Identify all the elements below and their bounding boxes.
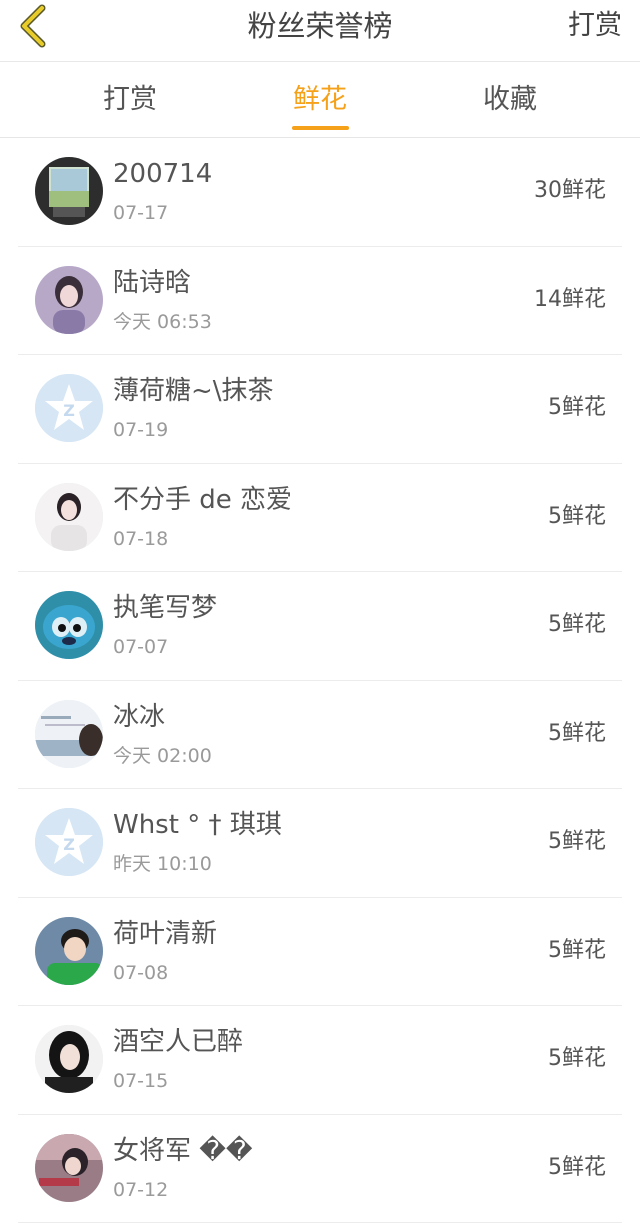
fan-time: 今天 06:53: [113, 310, 212, 333]
fan-time: 07-17: [113, 202, 169, 224]
svg-text:Z: Z: [63, 835, 75, 854]
avatar: [35, 265, 103, 334]
fan-time: 07-12: [113, 1178, 169, 1201]
fan-time: 07-08: [113, 961, 169, 984]
flower-count: 5鲜花: [548, 1154, 606, 1180]
flower-count: 5鲜花: [548, 1046, 606, 1071]
tab-reward[interactable]: 打赏: [60, 62, 200, 138]
svg-text:Z: Z: [63, 401, 75, 420]
list-item[interactable]: 荷叶清新 07-08 5鲜花: [18, 898, 622, 1006]
fan-name: Whst ° † 琪琪: [113, 810, 282, 840]
list-item[interactable]: 酒空人已醉 07-15 5鲜花: [18, 1006, 622, 1115]
fan-name: 执笔写梦: [113, 593, 218, 623]
flower-count: 5鲜花: [548, 395, 606, 420]
fan-name: 酒空人已醉: [113, 1027, 244, 1057]
fan-time: 07-07: [113, 636, 169, 658]
fan-name: 薄荷糖~\抹茶: [113, 376, 274, 406]
avatar: Z: [35, 374, 103, 442]
fan-name: 陆诗晗: [113, 267, 192, 298]
fan-time: 昨天 10:10: [113, 853, 212, 875]
flower-count: 5鲜花: [548, 720, 606, 746]
fan-list: 200714 07-17 30鲜花 陆诗晗 今天 06:53 14鲜花 Z 薄荷…: [0, 138, 640, 1223]
avatar: Z: [35, 808, 103, 876]
list-item[interactable]: 陆诗晗 今天 06:53 14鲜花: [18, 247, 622, 355]
list-item[interactable]: 冰冰 今天 02:00 5鲜花: [18, 681, 622, 789]
tab-favorites[interactable]: 收藏: [440, 62, 580, 138]
list-item[interactable]: 不分手 de 恋爱 07-18 5鲜花: [18, 464, 622, 572]
reward-button[interactable]: 打赏: [568, 6, 622, 46]
fan-time: 07-18: [113, 527, 169, 550]
fan-time: 07-15: [113, 1070, 169, 1092]
avatar: [35, 699, 103, 768]
list-item[interactable]: 女将军 �� 07-12 5鲜花: [18, 1115, 622, 1223]
fan-name: 女将军 ��: [113, 1135, 253, 1166]
flower-count: 5鲜花: [548, 612, 606, 637]
avatar: [35, 1025, 103, 1093]
flower-count: 30鲜花: [534, 178, 606, 203]
fan-time: 07-19: [113, 419, 169, 441]
page-title: 粉丝荣誉榜: [247, 9, 393, 43]
list-item[interactable]: Z 薄荷糖~\抹茶 07-19 5鲜花: [18, 355, 622, 464]
flower-count: 5鲜花: [548, 937, 606, 963]
fan-name: 200714: [113, 159, 213, 189]
avatar: [35, 591, 103, 659]
avatar: [35, 482, 103, 551]
flower-count: 5鲜花: [548, 829, 606, 854]
avatar: [35, 1133, 103, 1202]
flower-count: 5鲜花: [548, 503, 606, 529]
avatar: [35, 157, 103, 225]
fan-name: 冰冰: [113, 701, 166, 732]
avatar: [35, 916, 103, 985]
fan-time: 今天 02:00: [113, 744, 212, 767]
fan-name: 不分手 de 恋爱: [113, 484, 293, 515]
flower-count: 14鲜花: [534, 286, 606, 312]
list-item[interactable]: Z Whst ° † 琪琪 昨天 10:10 5鲜花: [18, 789, 622, 898]
top-bar: 粉丝荣誉榜 打赏: [0, 0, 640, 62]
list-item[interactable]: 执笔写梦 07-07 5鲜花: [18, 572, 622, 681]
list-item[interactable]: 200714 07-17 30鲜花: [18, 138, 622, 247]
tab-bar: 打赏 鲜花 收藏: [0, 62, 640, 138]
fan-name: 荷叶清新: [113, 918, 218, 949]
active-tab-indicator: [292, 126, 349, 130]
